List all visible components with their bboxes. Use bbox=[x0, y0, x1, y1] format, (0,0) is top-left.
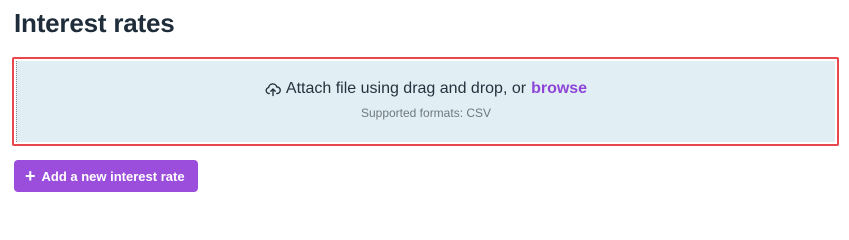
upload-cloud-icon bbox=[265, 81, 281, 97]
add-interest-rate-button[interactable]: + Add a new interest rate bbox=[14, 160, 198, 192]
add-interest-rate-label: Add a new interest rate bbox=[41, 168, 185, 184]
browse-link[interactable]: browse bbox=[531, 80, 587, 98]
dropzone-prompt: Attach file using drag and drop, or brow… bbox=[265, 80, 587, 98]
file-dropzone[interactable]: Attach file using drag and drop, or brow… bbox=[16, 61, 835, 142]
plus-icon: + bbox=[25, 166, 36, 186]
dropzone-prompt-text: Attach file using drag and drop, or bbox=[285, 79, 527, 97]
page: Interest rates Attach file using drag an… bbox=[0, 0, 849, 205]
dropzone-highlight: Attach file using drag and drop, or brow… bbox=[12, 57, 839, 146]
supported-formats-note: Supported formats: CSV bbox=[360, 105, 492, 120]
page-title: Interest rates bbox=[14, 8, 175, 38]
